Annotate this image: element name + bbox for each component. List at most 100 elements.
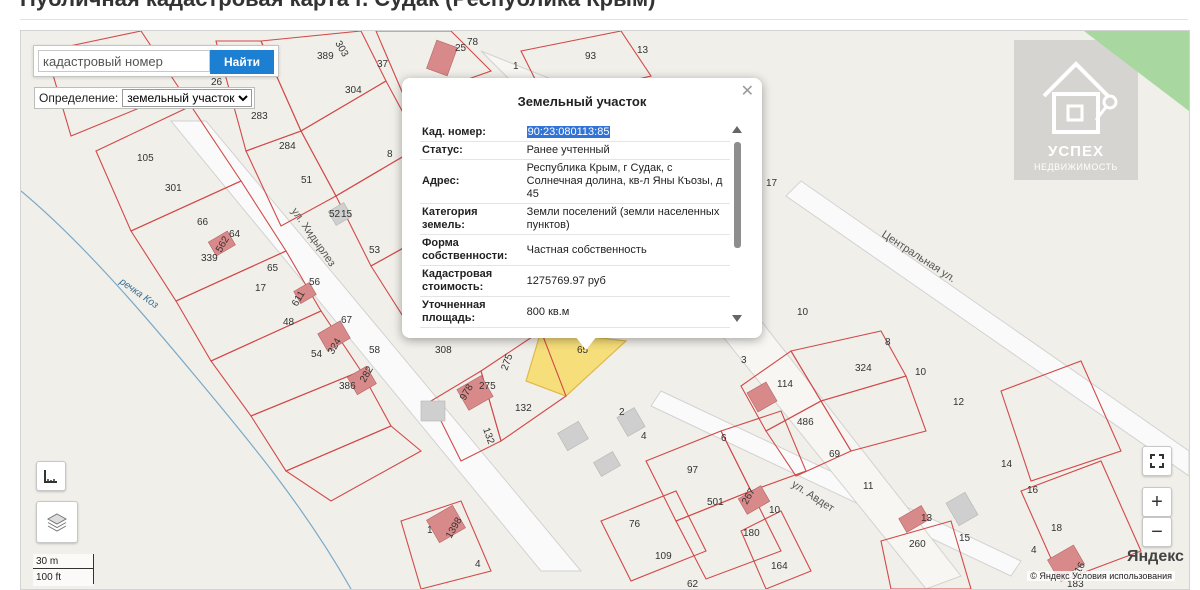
parcel-label: 284 — [279, 141, 296, 152]
parcel-label: 2 — [619, 407, 625, 418]
parcel-label: 64 — [229, 229, 241, 240]
parcel-label: 10 — [797, 307, 809, 318]
map-scale: 30 m 100 ft — [33, 554, 94, 586]
cadastral-number-value[interactable]: 90:23:080113:85 — [524, 124, 730, 142]
parcel-label: 304 — [345, 85, 362, 96]
popup-pointer — [575, 336, 597, 350]
parcel-label: 114 — [777, 379, 793, 390]
parcel-label: 16 — [1027, 485, 1039, 496]
parcel-info-table: Кад. номер: 90:23:080113:85 Статус: Ране… — [420, 124, 730, 328]
popup-title: Земельный участок — [517, 94, 647, 109]
parcel-label: 52 — [329, 209, 341, 220]
parcel-label: 275 — [479, 381, 496, 392]
parcel-label: 105 — [137, 153, 154, 164]
parcel-label: 67 — [341, 315, 353, 326]
row-value: 800 кв.м — [524, 296, 730, 328]
parcel-label: 4 — [641, 431, 647, 442]
search-box: Найти — [33, 45, 279, 77]
parcel-label: 37 — [377, 59, 389, 70]
parcel-label: 14 — [1001, 459, 1013, 470]
parcel-label: 58 — [369, 345, 381, 356]
title-divider — [20, 19, 1188, 20]
fullscreen-icon — [1150, 454, 1164, 468]
row-label: Категория земель: — [420, 203, 525, 235]
scroll-up-icon[interactable] — [732, 126, 742, 133]
table-row: Форма собственности: Частная собственнос… — [420, 234, 730, 266]
table-row: Статус: Ранее учтенный — [420, 141, 730, 160]
parcel-label: 486 — [797, 417, 814, 428]
parcel-label: 180 — [743, 528, 760, 539]
row-value: Ранее учтенный — [524, 141, 730, 160]
cadastral-search-input[interactable] — [38, 50, 210, 72]
logo-corner-triangle — [1084, 31, 1189, 111]
row-label: Кадастровая стоимость: — [420, 265, 525, 297]
scale-metric: 30 m — [36, 556, 59, 567]
layers-button[interactable] — [36, 501, 78, 543]
parcel-label: 164 — [771, 561, 788, 572]
map-view[interactable]: ул. Хидырлез Центральная ул. ул. Авдет р… — [20, 30, 1190, 590]
parcel-label: 4 — [475, 559, 481, 570]
parcel-label: 324 — [855, 363, 872, 374]
parcel-label: 48 — [283, 317, 295, 328]
table-row: Кадастровая стоимость: 1275769.97 руб — [420, 265, 730, 297]
parcel-label: 10 — [915, 367, 927, 378]
ruler-button[interactable] — [36, 461, 66, 491]
table-row: Кад. номер: 90:23:080113:85 — [420, 124, 730, 142]
parcel-label: 93 — [585, 51, 597, 62]
parcel-label: 12 — [953, 397, 965, 408]
parcel-label: 76 — [629, 519, 641, 530]
parcel-label: 301 — [165, 183, 182, 194]
ruler-icon — [44, 470, 57, 483]
parcel-label: 275 — [499, 352, 515, 372]
river-label: речка Коз — [116, 276, 160, 311]
search-button[interactable]: Найти — [210, 50, 274, 74]
parcel-label: 283 — [251, 111, 268, 122]
page-title: Публичная кадастровая карта г. Судак (Ре… — [20, 0, 656, 12]
yandex-logo: Яндекс — [1127, 548, 1184, 565]
popup-scrollbar[interactable] — [732, 126, 742, 322]
row-label: Статус: — [420, 141, 525, 160]
parcel-label: 25 — [455, 43, 467, 54]
parcel-label: 11 — [863, 481, 874, 492]
parcel-label: 3 — [741, 355, 747, 366]
zoom-in-button[interactable]: + — [1142, 487, 1172, 517]
definition-label: Определение: — [39, 91, 119, 105]
parcel-label: 17 — [255, 283, 267, 294]
parcel-label: 132 — [480, 426, 496, 446]
parcel-label: 18 — [1051, 523, 1063, 534]
definition-select[interactable]: земельный участок — [122, 89, 253, 107]
parcel-label: 54 — [311, 349, 323, 360]
attribution-link[interactable]: © Яндекс Условия использования — [1027, 571, 1175, 581]
parcel-label: 109 — [655, 551, 672, 562]
row-value: 1275769.97 руб — [524, 265, 730, 297]
parcel-label: 303 — [332, 39, 350, 59]
parcel-label: 56 — [309, 277, 321, 288]
zoom-out-button[interactable]: − — [1142, 517, 1172, 547]
parcel-label: 132 — [515, 403, 532, 414]
parcel-label: 13 — [637, 45, 649, 56]
logo-subtext: НЕДВИЖИМОСТЬ — [1034, 162, 1118, 172]
row-value: Республика Крым, г Судак, с Солнечная до… — [524, 159, 730, 204]
fullscreen-button[interactable] — [1142, 446, 1172, 476]
logo-text: УСПЕХ — [1048, 143, 1104, 160]
parcel-label: 308 — [435, 345, 452, 356]
parcel-label: 69 — [829, 449, 841, 460]
parcel-info-popup: ✕ Земельный участок Кад. номер: 90:23:08… — [402, 78, 762, 350]
parcel-label: 53 — [369, 245, 381, 256]
parcel-label: 8 — [387, 149, 393, 160]
parcel-label: 4 — [1031, 545, 1037, 556]
parcel-label: 8 — [885, 337, 891, 348]
parcel-label: 6 — [721, 433, 727, 444]
definition-control: Определение: земельный участок — [34, 87, 256, 109]
row-value: Частная собственность — [524, 234, 730, 266]
parcel-label: 260 — [909, 539, 926, 550]
row-value: Земли поселений (земли населенных пункто… — [524, 203, 730, 235]
parcel-label: 339 — [201, 253, 218, 264]
table-row: Категория земель: Земли поселений (земли… — [420, 203, 730, 235]
parcel-label: 17 — [766, 178, 778, 189]
scroll-down-icon[interactable] — [732, 315, 742, 322]
row-label: Адрес: — [420, 159, 525, 204]
parcel-label: 66 — [197, 217, 209, 228]
parcel-label: 78 — [467, 37, 479, 48]
scroll-thumb[interactable] — [734, 142, 741, 248]
